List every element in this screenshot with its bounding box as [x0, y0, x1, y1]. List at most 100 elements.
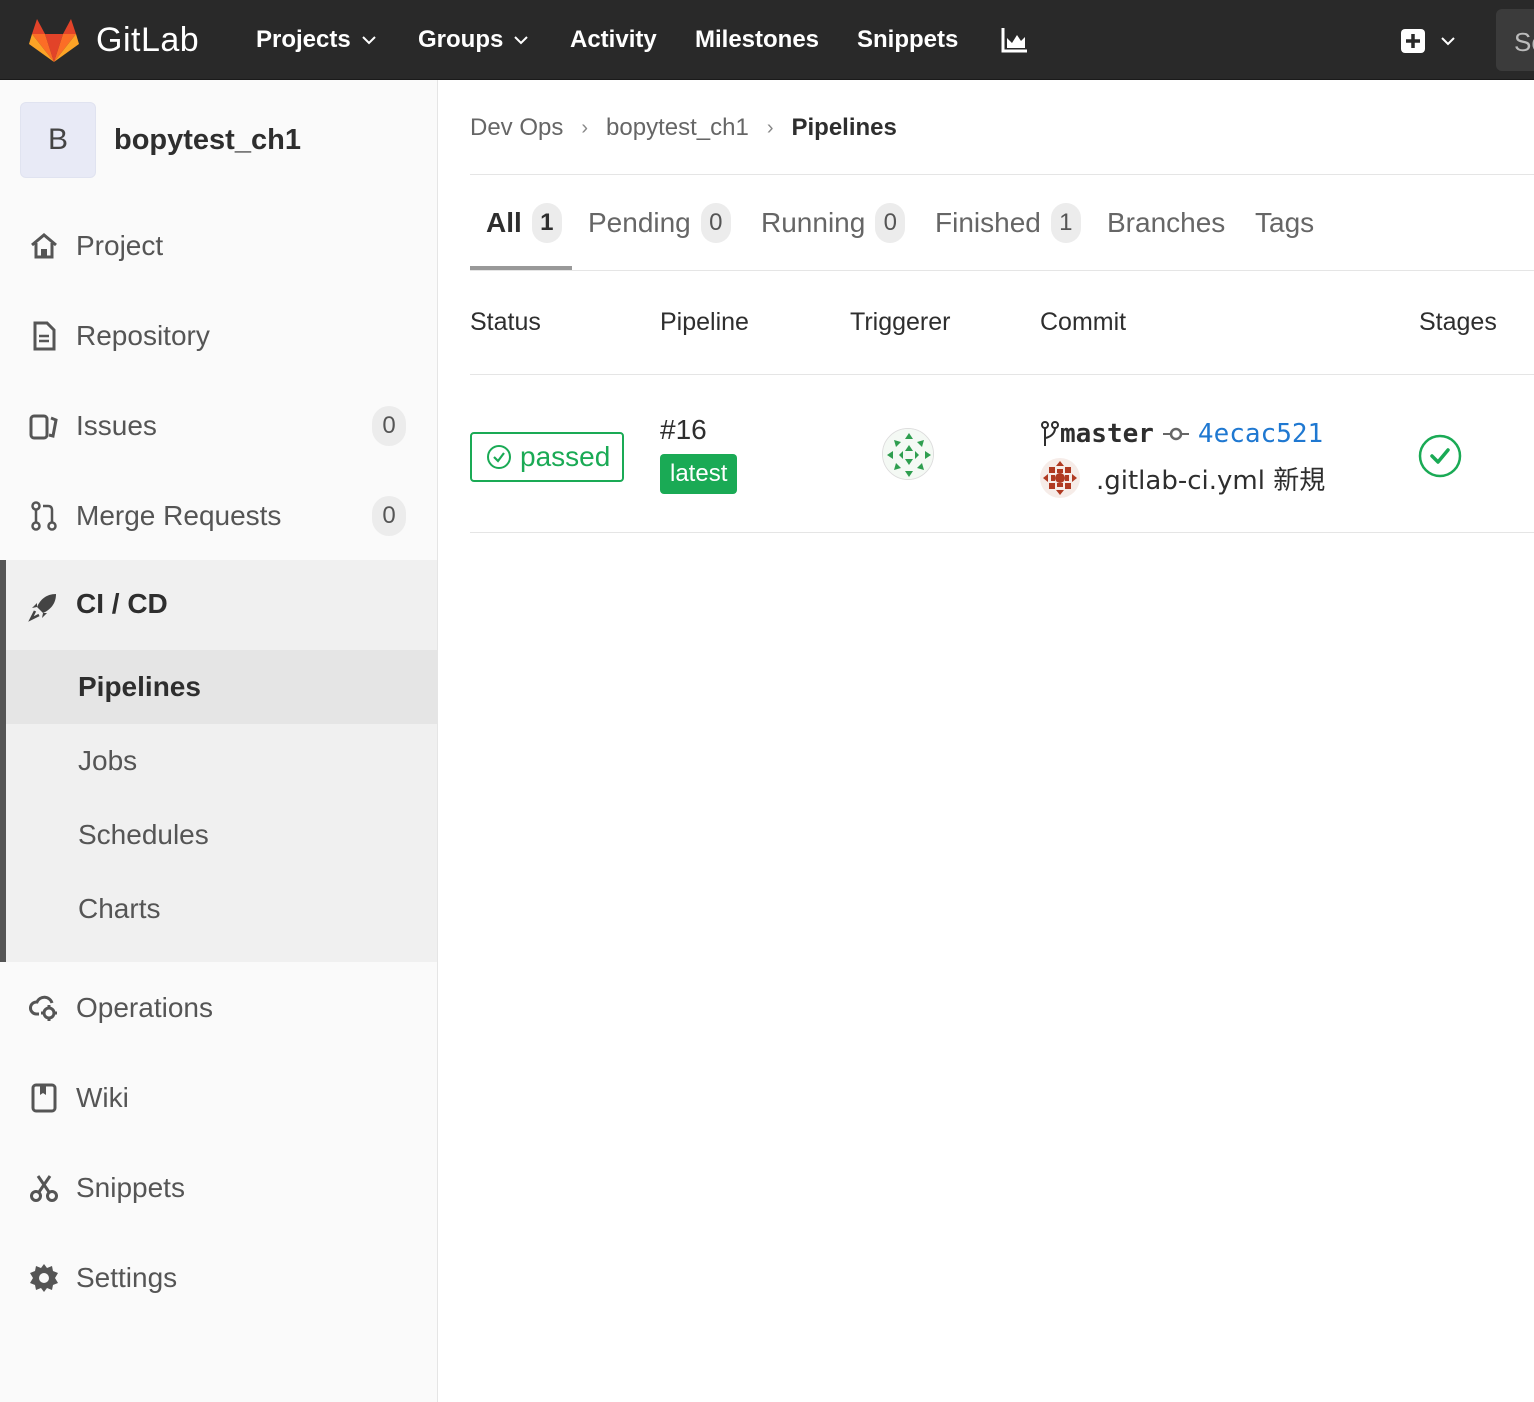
- tab-label: All: [486, 207, 522, 238]
- check-circle-icon: [487, 445, 511, 469]
- identicon-green-icon: [883, 429, 933, 479]
- tab-label: Tags: [1255, 207, 1315, 238]
- merge-request-icon: [31, 501, 57, 531]
- stage-success-icon[interactable]: [1418, 434, 1462, 478]
- divider: [470, 270, 1534, 271]
- nav-milestones[interactable]: Milestones: [695, 22, 819, 58]
- book-icon: [31, 1083, 57, 1113]
- search-input[interactable]: Se: [1496, 9, 1534, 71]
- gitlab-logo-link[interactable]: GitLab: [28, 16, 199, 64]
- nav-projects-label: Projects: [256, 26, 351, 53]
- sidebar-item-issues[interactable]: Issues 0: [0, 381, 437, 471]
- identicon-red-icon: [1040, 458, 1080, 498]
- commit-author-avatar[interactable]: [1040, 458, 1080, 498]
- sidebar-subitem-pipelines[interactable]: Pipelines: [6, 650, 437, 724]
- scissors-icon: [30, 1175, 58, 1202]
- tab-label: Running: [761, 207, 866, 238]
- gear-icon: [30, 1264, 58, 1292]
- tab-label: Finished: [935, 207, 1041, 238]
- sidebar-subitem-label: Pipelines: [78, 671, 201, 702]
- issues-count-badge: 0: [372, 406, 406, 446]
- sidebar-item-settings[interactable]: Settings: [0, 1233, 437, 1323]
- breadcrumb-item-project[interactable]: bopytest_ch1: [606, 114, 749, 142]
- commit-ref-line: master 4ecac521: [1040, 416, 1323, 452]
- tab-branches[interactable]: Branches: [1091, 176, 1225, 270]
- sidebar-subitem-schedules[interactable]: Schedules: [6, 798, 437, 872]
- divider: [470, 174, 1534, 175]
- breadcrumb-item-group[interactable]: Dev Ops: [470, 114, 563, 142]
- tab-finished[interactable]: Finished 1: [919, 176, 1081, 270]
- tab-pending[interactable]: Pending 0: [572, 176, 731, 270]
- column-header-pipeline: Pipeline: [660, 308, 749, 336]
- project-sidebar: B bopytest_ch1 Project Repository Issues…: [0, 80, 438, 1402]
- sidebar-item-label: Snippets: [76, 1172, 185, 1203]
- commit-sha-link[interactable]: 4ecac521: [1198, 419, 1323, 449]
- tab-label: Branches: [1107, 207, 1226, 238]
- chevron-down-icon: [362, 36, 376, 45]
- plus-square-icon: [1401, 29, 1425, 53]
- brand-name: GitLab: [96, 20, 200, 59]
- column-header-triggerer: Triggerer: [850, 308, 951, 336]
- chevron-down-icon: [1441, 37, 1455, 46]
- nav-projects[interactable]: Projects: [256, 22, 377, 58]
- branch-link[interactable]: master: [1060, 419, 1154, 449]
- column-header-stages: Stages: [1419, 308, 1497, 336]
- sidebar-subitem-label: Jobs: [78, 745, 138, 776]
- gitlab-logo-icon: [29, 19, 79, 62]
- chevron-right-icon: ›: [581, 116, 589, 139]
- new-dropdown[interactable]: [1400, 26, 1464, 56]
- status-badge-label: passed: [520, 441, 611, 472]
- tab-running[interactable]: Running 0: [745, 176, 906, 270]
- pipeline-id-link[interactable]: #16: [660, 414, 707, 446]
- nav-analytics[interactable]: [1000, 22, 1028, 58]
- sidebar-subitem-charts[interactable]: Charts: [6, 872, 437, 946]
- status-badge[interactable]: passed: [470, 432, 624, 482]
- sidebar-item-label: Project: [76, 230, 164, 261]
- commit-message-link[interactable]: .gitlab-ci.yml 新規: [1096, 460, 1325, 497]
- sidebar-subitem-jobs[interactable]: Jobs: [6, 724, 437, 798]
- sidebar-cicd-section: CI / CD Pipelines Jobs Schedules Charts: [0, 560, 437, 962]
- chevron-right-icon: ›: [766, 116, 774, 139]
- sidebar-item-cicd[interactable]: CI / CD: [6, 560, 437, 650]
- sidebar-item-operations[interactable]: Operations: [0, 963, 437, 1053]
- nav-groups[interactable]: Groups: [418, 22, 529, 58]
- project-name: bopytest_ch1: [114, 123, 301, 156]
- chevron-down-icon: [514, 36, 529, 45]
- divider: [470, 532, 1534, 533]
- project-header[interactable]: B bopytest_ch1: [20, 102, 301, 178]
- tab-label: Pending: [588, 207, 691, 238]
- document-icon: [33, 321, 56, 351]
- nav-groups-label: Groups: [418, 26, 504, 53]
- sidebar-item-label: Repository: [76, 320, 210, 351]
- top-navbar: GitLab Projects Groups Activity Mileston…: [0, 0, 1534, 80]
- tab-count-badge: 1: [531, 203, 562, 243]
- rocket-icon: [28, 594, 56, 622]
- triggerer-avatar[interactable]: [882, 428, 934, 480]
- nav-snippets[interactable]: Snippets: [857, 22, 958, 58]
- breadcrumb: Dev Ops › bopytest_ch1 › Pipelines: [470, 112, 897, 144]
- sidebar-item-label: Issues: [76, 410, 157, 441]
- tab-tags[interactable]: Tags: [1239, 176, 1314, 270]
- sidebar-item-label: Operations: [76, 992, 213, 1023]
- column-header-status: Status: [470, 308, 541, 336]
- column-header-commit: Commit: [1040, 308, 1127, 336]
- breadcrumb-item-current[interactable]: Pipelines: [792, 114, 897, 142]
- sidebar-subitem-label: Schedules: [78, 819, 209, 850]
- pipeline-scope-tabs: All 1 Pending 0 Running 0 Finished 1 Bra…: [470, 176, 1534, 270]
- pipeline-latest-badge: latest: [660, 454, 738, 494]
- sidebar-item-snippets[interactable]: Snippets: [0, 1143, 437, 1233]
- home-icon: [31, 233, 57, 259]
- tab-all[interactable]: All 1: [470, 176, 562, 270]
- sidebar-item-merge-requests[interactable]: Merge Requests 0: [0, 471, 437, 561]
- tab-count-badge: 0: [700, 203, 731, 243]
- tab-count-badge: 0: [875, 203, 906, 243]
- sidebar-item-project[interactable]: Project: [0, 201, 437, 291]
- branch-icon: [1041, 421, 1059, 446]
- cloud-gear-icon: [29, 995, 57, 1021]
- issues-icon: [29, 414, 58, 440]
- merge-requests-count-badge: 0: [372, 496, 406, 536]
- sidebar-item-wiki[interactable]: Wiki: [0, 1053, 437, 1143]
- divider: [470, 374, 1534, 375]
- nav-activity[interactable]: Activity: [570, 22, 657, 58]
- sidebar-item-repository[interactable]: Repository: [0, 291, 437, 381]
